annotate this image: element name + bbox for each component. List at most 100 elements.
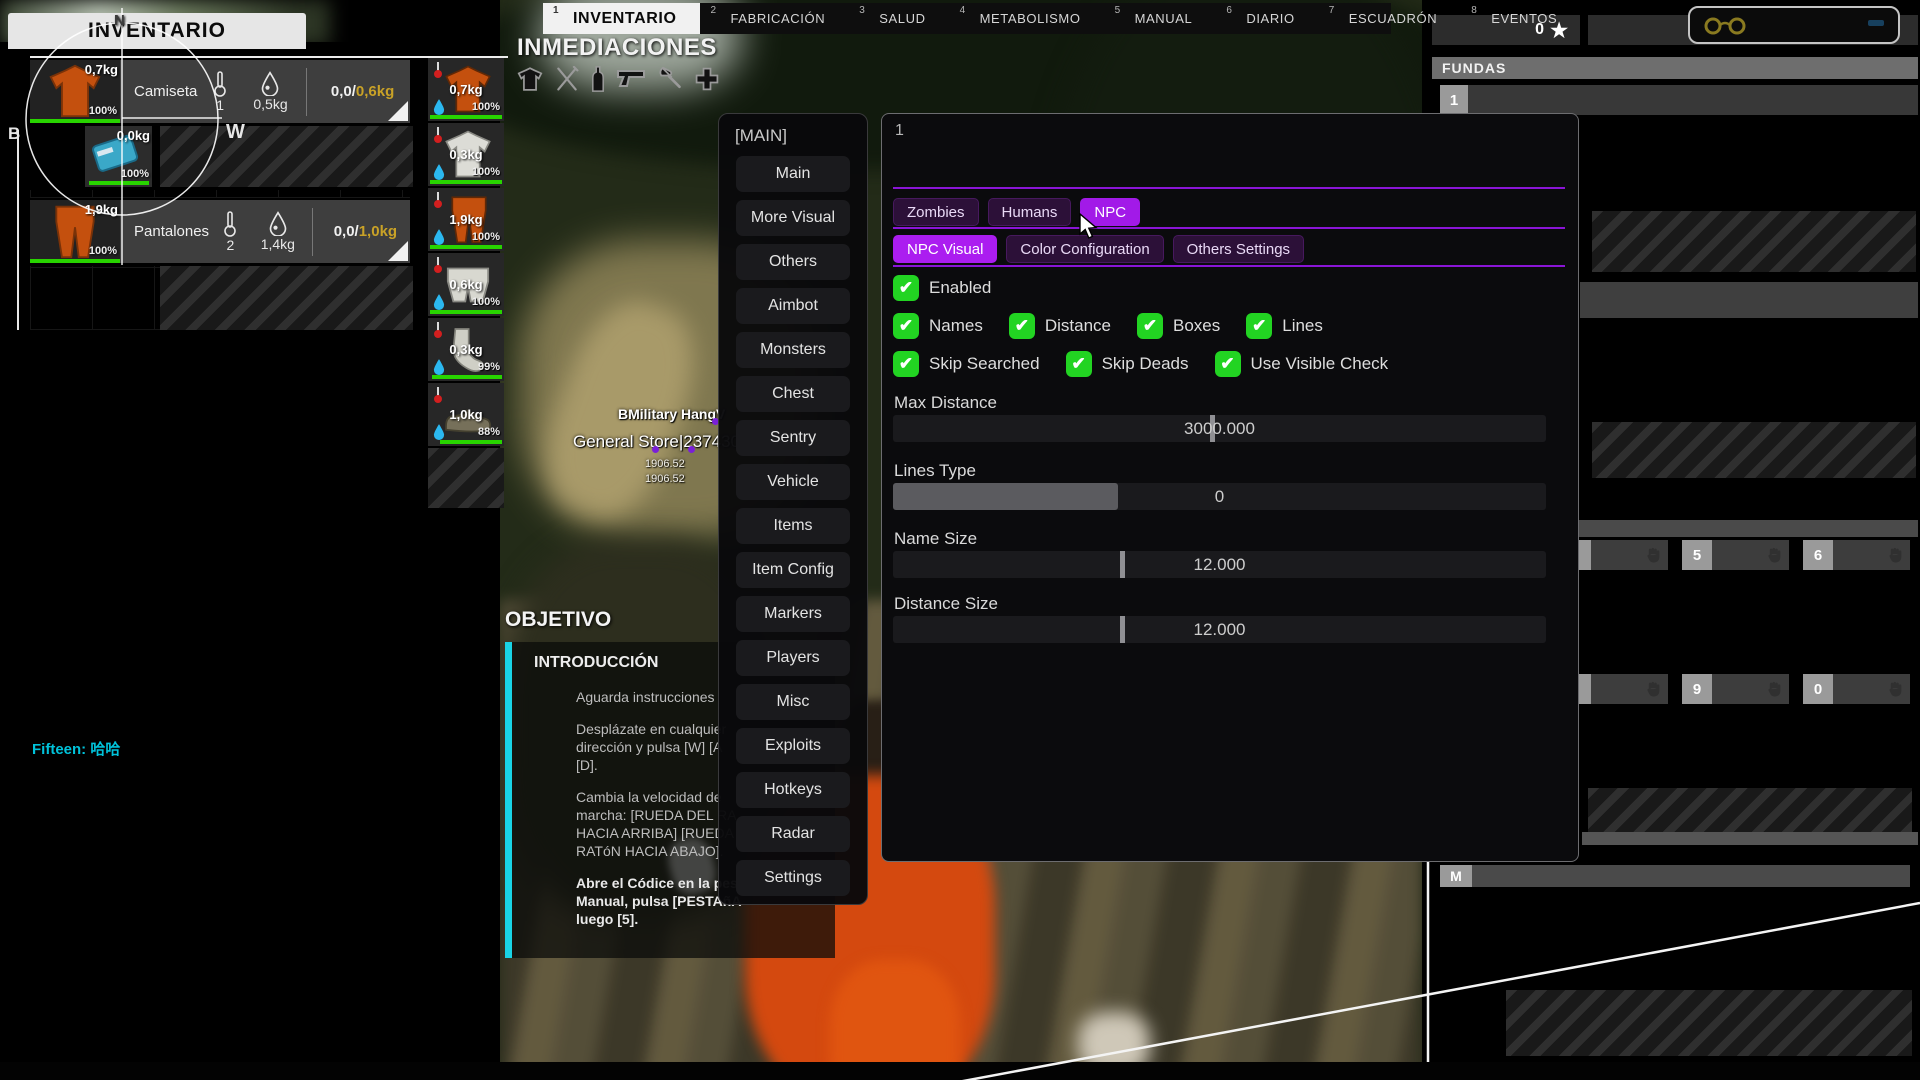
checkbox-distance[interactable]: Distance xyxy=(1009,313,1111,339)
blocked-slot-area xyxy=(160,126,413,187)
item-weight: 0,6kg xyxy=(449,277,482,292)
menu-item-markers[interactable]: Markers xyxy=(736,596,850,632)
hotbar-column-5-9[interactable]: 5 9 xyxy=(1682,540,1789,710)
tab-salud[interactable]: 3SALUD xyxy=(849,3,949,34)
vicinity-section: INMEDIACIONES xyxy=(517,34,720,92)
menu-item-chest[interactable]: Chest xyxy=(736,376,850,412)
menu-item-sentry[interactable]: Sentry xyxy=(736,420,850,456)
menu-item-misc[interactable]: Misc xyxy=(736,684,850,720)
map-slot-bar[interactable] xyxy=(1472,865,1910,887)
holster-slot-1-bar[interactable] xyxy=(1468,85,1918,115)
checkbox-skip-deads[interactable]: Skip Deads xyxy=(1066,351,1189,377)
pistol-filter-icon[interactable] xyxy=(616,66,646,92)
hand-icon xyxy=(1764,679,1784,699)
wetness-icon xyxy=(432,293,446,310)
hammer-filter-icon[interactable] xyxy=(657,66,683,92)
tab-zombies[interactable]: Zombies xyxy=(893,198,979,226)
checkbox-names[interactable]: Names xyxy=(893,313,983,339)
checkbox-enabled[interactable]: Enabled xyxy=(893,275,991,301)
slot-card-item[interactable]: 0,0kg 100% xyxy=(85,126,152,187)
equip-slot-pants[interactable]: 1,9kg 100% xyxy=(428,188,504,251)
tab-metabolismo[interactable]: 4METABOLISMO xyxy=(950,3,1105,34)
tab-diario[interactable]: 6DIARIO xyxy=(1216,3,1318,34)
hotbar-slot-bar[interactable] xyxy=(1712,540,1789,570)
equip-slot-shirt[interactable]: 0,7kg 100% xyxy=(428,58,504,121)
slider-lines-type[interactable]: 0 xyxy=(893,483,1546,510)
checkbox-checked[interactable] xyxy=(893,313,919,339)
durability-bar xyxy=(432,375,502,379)
menu-item-exploits[interactable]: Exploits xyxy=(736,728,850,764)
wetness-stat: 1,4kg xyxy=(252,211,304,252)
grid-edge-line xyxy=(17,130,19,330)
menu-item-item-config[interactable]: Item Config xyxy=(736,552,850,588)
checkbox-checked[interactable] xyxy=(893,275,919,301)
slider-max-distance[interactable]: 3000.000 xyxy=(893,415,1546,442)
menu-item-monsters[interactable]: Monsters xyxy=(736,332,850,368)
temperature-icon xyxy=(433,322,443,340)
menu-item-main[interactable]: Main xyxy=(736,156,850,192)
menu-item-settings[interactable]: Settings xyxy=(736,860,850,896)
menu-item-aimbot[interactable]: Aimbot xyxy=(736,288,850,324)
checkbox-skip-searched[interactable]: Skip Searched xyxy=(893,351,1040,377)
tab-number: 2 xyxy=(710,5,716,16)
menu-item-radar[interactable]: Radar xyxy=(736,816,850,852)
hotbar-slot-bar[interactable] xyxy=(1833,674,1910,704)
tab-manual[interactable]: 5MANUAL xyxy=(1105,3,1217,34)
menu-item-hotkeys[interactable]: Hotkeys xyxy=(736,772,850,808)
item-weight: 0,0kg xyxy=(117,128,150,143)
holster-slot-1-number[interactable]: 1 xyxy=(1440,85,1468,115)
hotbar-slot-bar[interactable] xyxy=(1591,674,1668,704)
item-thumbnail-shirt[interactable]: 0,7kg 100% xyxy=(30,60,120,123)
durability-bar xyxy=(430,310,502,314)
slider-distance-size[interactable]: 12.000 xyxy=(893,616,1546,643)
plus-filter-icon[interactable] xyxy=(694,66,720,92)
item-thumbnail-pants[interactable]: 1,9kg 100% xyxy=(30,200,120,263)
equip-slot-shorts[interactable]: 0,6kg 100% xyxy=(428,253,504,316)
hand-icon xyxy=(1643,545,1663,565)
menu-item-vehicle[interactable]: Vehicle xyxy=(736,464,850,500)
checkbox-checked[interactable] xyxy=(1066,351,1092,377)
menu-item-players[interactable]: Players xyxy=(736,640,850,676)
bottle-filter-icon[interactable] xyxy=(591,66,605,92)
hotbar-slot-bar[interactable] xyxy=(1712,674,1789,704)
hotbar-slot-bar[interactable] xyxy=(1833,540,1910,570)
checkbox-boxes[interactable]: Boxes xyxy=(1137,313,1220,339)
glasses-icon xyxy=(1702,16,1752,36)
menu-item-items[interactable]: Items xyxy=(736,508,850,544)
tab-inventario[interactable]: 1INVENTARIO xyxy=(543,3,700,34)
tab-humans[interactable]: Humans xyxy=(988,198,1072,226)
menu-item-others[interactable]: Others xyxy=(736,244,850,280)
checkbox-checked[interactable] xyxy=(1246,313,1272,339)
locked-section xyxy=(1588,788,1912,832)
hotbar-slot-number-6: 6 xyxy=(1803,540,1833,570)
subtab-others-settings[interactable]: Others Settings xyxy=(1173,235,1304,263)
utensils-filter-icon[interactable] xyxy=(554,66,580,92)
temperature-icon xyxy=(433,62,443,80)
tab-fabricacion[interactable]: 2FABRICACIÓN xyxy=(700,3,849,34)
inventory-row-camiseta[interactable]: 0,7kg 100% Camiseta 1 0,5kg 0,0/0,6kg xyxy=(30,60,410,123)
tab-eventos[interactable]: 8EVENTOS xyxy=(1461,3,1581,34)
checkbox-checked[interactable] xyxy=(1215,351,1241,377)
equip-slot-shoes[interactable]: 1,0kg 88% xyxy=(428,383,504,446)
menu-item-more-visual[interactable]: More Visual xyxy=(736,200,850,236)
checkbox-checked[interactable] xyxy=(893,351,919,377)
insulation-stat: 2 xyxy=(209,211,252,253)
slider-label-name-size: Name Size xyxy=(894,529,977,549)
hotbar-column-6-0[interactable]: 6 0 xyxy=(1803,540,1910,710)
checkbox-checked[interactable] xyxy=(1009,313,1035,339)
equip-slot-tshirt[interactable]: 0,3kg 100% xyxy=(428,123,504,186)
equipped-glasses-slot[interactable] xyxy=(1688,6,1900,44)
checkbox-checked[interactable] xyxy=(1137,313,1163,339)
inventory-row-pantalones[interactable]: 1,9kg 100% Pantalones 2 1,4kg 0,0/1,0kg xyxy=(30,200,410,263)
slider-name-size[interactable]: 12.000 xyxy=(893,551,1546,578)
tab-escuadron[interactable]: 7ESCUADRÓN xyxy=(1319,3,1461,34)
map-slot-m[interactable]: M xyxy=(1440,865,1472,887)
subtab-npc-visual[interactable]: NPC Visual xyxy=(893,235,997,263)
checkbox-use-visible-check[interactable]: Use Visible Check xyxy=(1215,351,1389,377)
hotbar-slot-bar[interactable] xyxy=(1591,540,1668,570)
shirt-filter-icon[interactable] xyxy=(517,66,543,92)
checkbox-lines[interactable]: Lines xyxy=(1246,313,1323,339)
holsters-header: FUNDAS xyxy=(1432,57,1918,79)
equip-slot-socks[interactable]: 0,3kg 99% xyxy=(428,318,504,381)
item-durability: 88% xyxy=(478,426,500,438)
